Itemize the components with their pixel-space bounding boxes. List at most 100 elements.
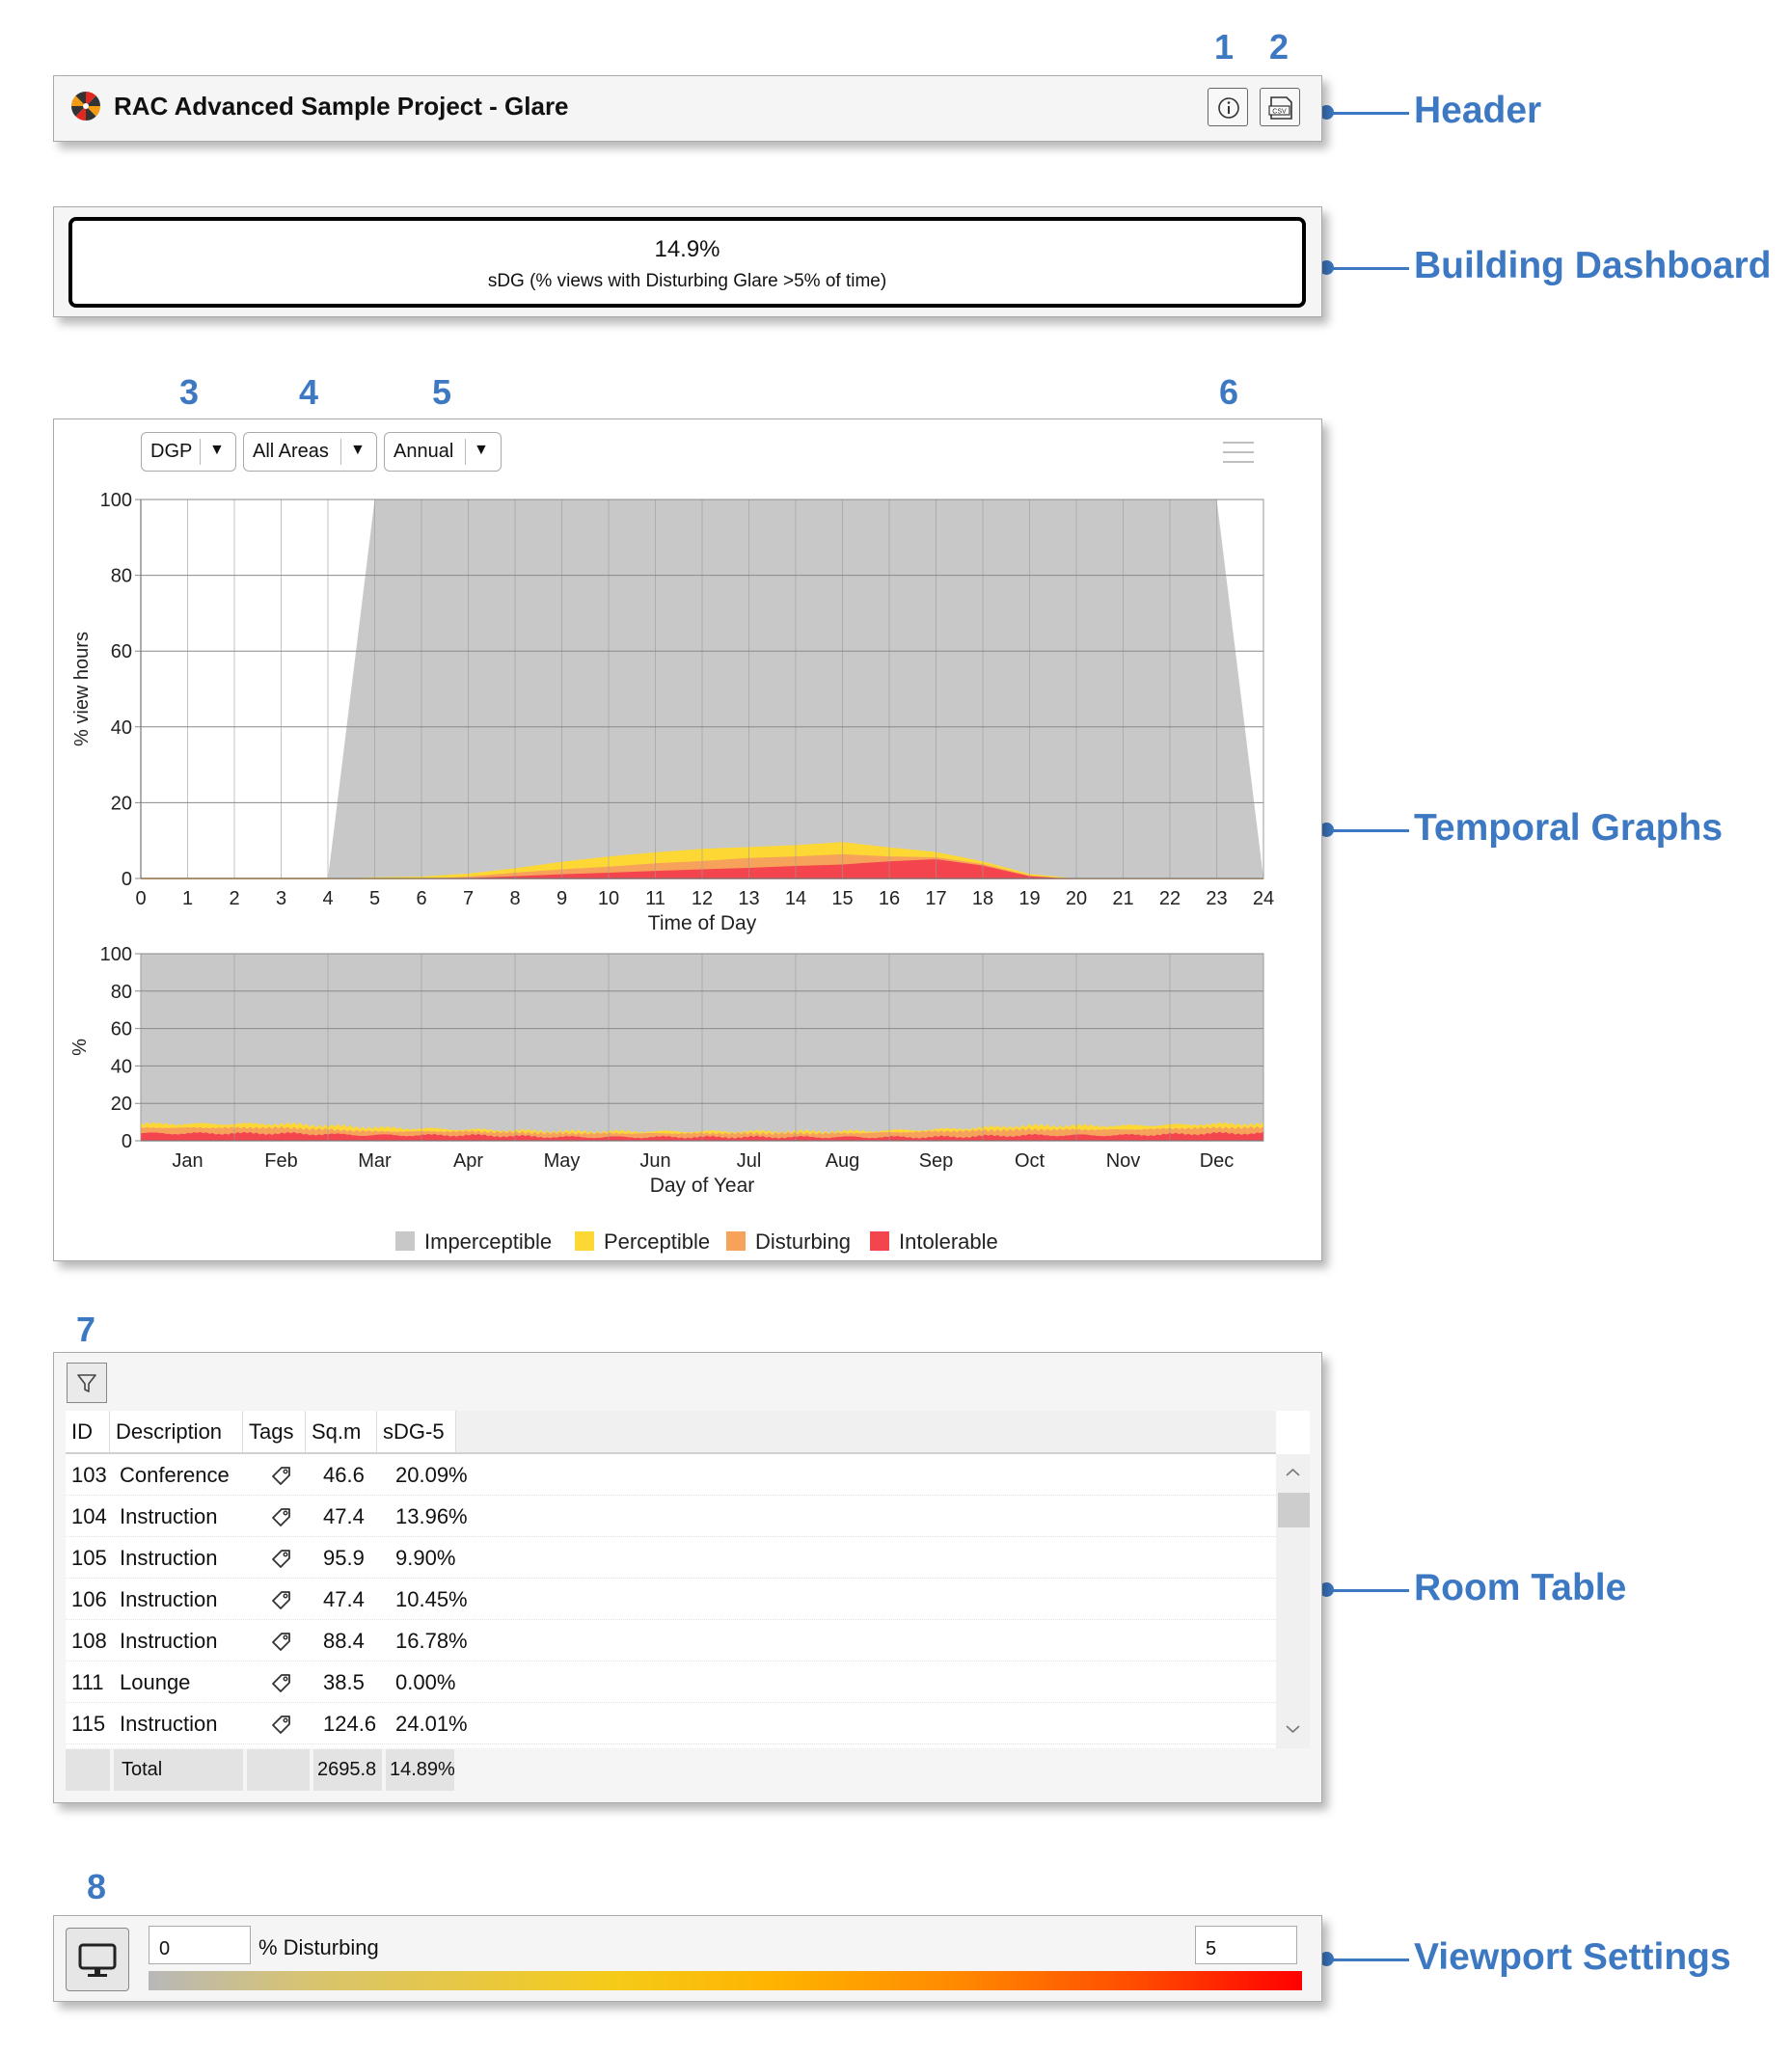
x-tick-label: 10 [598, 888, 619, 909]
table-row[interactable]: 105 Instruction 95.9 9.90% [66, 1537, 1276, 1579]
table-row[interactable]: 108 Instruction 88.4 16.78% [66, 1620, 1276, 1661]
table-row[interactable]: 103 Conference 46.6 20.09% [66, 1454, 1276, 1496]
x-tick-label: 1 [182, 888, 193, 909]
callout-label-header: Header [1414, 90, 1542, 131]
cell-sqm: 38.5 [323, 1670, 365, 1694]
legend-swatch-perceptible[interactable] [575, 1231, 594, 1251]
callout-number-4: 4 [299, 372, 319, 412]
tag-icon[interactable] [266, 1585, 295, 1614]
sdg-summary-card[interactable]: 14.9% sDG (% views with Disturbing Glare… [68, 217, 1306, 308]
x-tick-label: Dec [1200, 1150, 1235, 1172]
column-header-tags[interactable]: Tags [243, 1411, 306, 1452]
tag-icon[interactable] [266, 1710, 295, 1739]
header-panel: RAC Advanced Sample Project - Glare CSV [53, 75, 1322, 142]
tag-icon[interactable] [266, 1627, 295, 1656]
legend-label-imperceptible: Imperceptible [424, 1229, 552, 1254]
table-row[interactable]: 111 Lounge 38.5 0.00% [66, 1661, 1276, 1703]
info-button[interactable] [1208, 88, 1248, 126]
x-tick-label: Apr [453, 1150, 483, 1172]
legend-label-perceptible: Perceptible [604, 1229, 710, 1254]
legend-swatch-imperceptible[interactable] [395, 1231, 415, 1251]
table-row[interactable]: 106 Instruction 47.4 10.45% [66, 1579, 1276, 1620]
cell-sqm: 46.6 [323, 1463, 365, 1487]
min-value-input[interactable]: 0 [149, 1926, 251, 1964]
total-tags-spacer [247, 1749, 310, 1791]
cell-sqm: 47.4 [323, 1504, 365, 1528]
y-tick-label: 100 [100, 490, 132, 511]
cell-sdg: 0.00% [395, 1670, 456, 1694]
table-row[interactable]: 104 Instruction 47.4 13.96% [66, 1496, 1276, 1537]
y-axis-title: % [69, 1039, 91, 1056]
cell-description: Instruction [120, 1504, 218, 1528]
callout-line-header [1319, 103, 1416, 122]
cell-sqm: 95.9 [323, 1546, 365, 1570]
callout-number-7: 7 [76, 1310, 96, 1349]
callout-number-5: 5 [432, 372, 452, 412]
cell-sdg: 16.78% [395, 1629, 468, 1653]
callout-label-dashboard: Building Dashboard [1414, 245, 1772, 286]
filter-button[interactable] [67, 1363, 107, 1403]
cell-description: Instruction [120, 1546, 218, 1570]
x-tick-label: 17 [925, 888, 946, 909]
x-tick-label: Mar [358, 1150, 392, 1172]
callout-number-2: 2 [1269, 27, 1290, 67]
x-tick-label: 11 [645, 888, 665, 909]
x-tick-label: 3 [276, 888, 286, 909]
x-tick-label: Feb [264, 1150, 297, 1172]
y-tick-label: 80 [111, 982, 132, 1003]
column-header-description[interactable]: Description [110, 1411, 243, 1452]
cell-sqm: 88.4 [323, 1629, 365, 1653]
table-row[interactable]: 115 Instruction 124.6 24.01% [66, 1703, 1276, 1744]
scrollbar-thumb[interactable] [1278, 1493, 1310, 1527]
tag-icon[interactable] [266, 1544, 295, 1573]
y-tick-label: 0 [122, 869, 132, 890]
cell-sqm: 124.6 [323, 1712, 377, 1736]
x-tick-label: Sep [919, 1150, 954, 1172]
x-tick-label: 19 [1018, 888, 1040, 909]
x-tick-label: 22 [1159, 888, 1181, 909]
x-tick-label: 7 [463, 888, 474, 909]
total-sqm: 2695.8 [313, 1749, 382, 1791]
y-tick-label: 40 [111, 1056, 132, 1077]
app-logo-icon [71, 92, 100, 121]
cell-description: Instruction [120, 1712, 218, 1736]
callout-number-8: 8 [87, 1867, 107, 1906]
column-header-filler [456, 1411, 1276, 1452]
x-tick-label: Jun [639, 1150, 670, 1172]
legend-swatch-intolerable[interactable] [870, 1231, 889, 1251]
csv-export-button[interactable]: CSV [1260, 88, 1300, 126]
column-header-sdg[interactable]: sDG-5 [377, 1411, 456, 1452]
color-scale-bar [149, 1971, 1302, 1990]
chevron-down-icon[interactable] [1276, 1715, 1310, 1743]
callout-number-3: 3 [179, 372, 200, 412]
callout-number-6: 6 [1219, 372, 1239, 412]
y-tick-label: 80 [111, 566, 132, 587]
total-spacer [66, 1749, 110, 1791]
x-tick-label: Nov [1106, 1150, 1141, 1172]
max-value-input[interactable]: 5 [1195, 1926, 1297, 1964]
table-scrollbar[interactable] [1276, 1454, 1310, 1748]
tag-icon[interactable] [266, 1461, 295, 1490]
column-header-id[interactable]: ID [66, 1411, 110, 1452]
total-label: Total [114, 1749, 243, 1791]
tag-icon[interactable] [266, 1668, 295, 1697]
x-tick-label: 24 [1253, 888, 1274, 909]
callout-label-viewport: Viewport Settings [1414, 1936, 1731, 1978]
column-header-sqm[interactable]: Sq.m [306, 1411, 377, 1452]
cell-description: Lounge [120, 1670, 191, 1694]
building-dashboard-panel: 14.9% sDG (% views with Disturbing Glare… [53, 206, 1322, 317]
y-tick-label: 60 [111, 1019, 132, 1040]
cell-sdg: 10.45% [395, 1587, 468, 1611]
x-tick-label: 18 [972, 888, 993, 909]
sdg-value: 14.9% [654, 236, 720, 262]
room-table: ID Description Tags Sq.m sDG-5 103 Confer… [66, 1411, 1310, 1748]
legend-swatch-disturbing[interactable] [726, 1231, 746, 1251]
viewport-toggle-button[interactable] [66, 1928, 129, 1991]
callout-number-1: 1 [1214, 27, 1235, 67]
chevron-up-icon[interactable] [1276, 1458, 1310, 1487]
cell-sdg: 13.96% [395, 1504, 468, 1528]
y-tick-label: 20 [111, 1094, 132, 1115]
tag-icon[interactable] [266, 1502, 295, 1531]
cell-description: Instruction [120, 1587, 218, 1611]
x-tick-label: 13 [738, 888, 759, 909]
